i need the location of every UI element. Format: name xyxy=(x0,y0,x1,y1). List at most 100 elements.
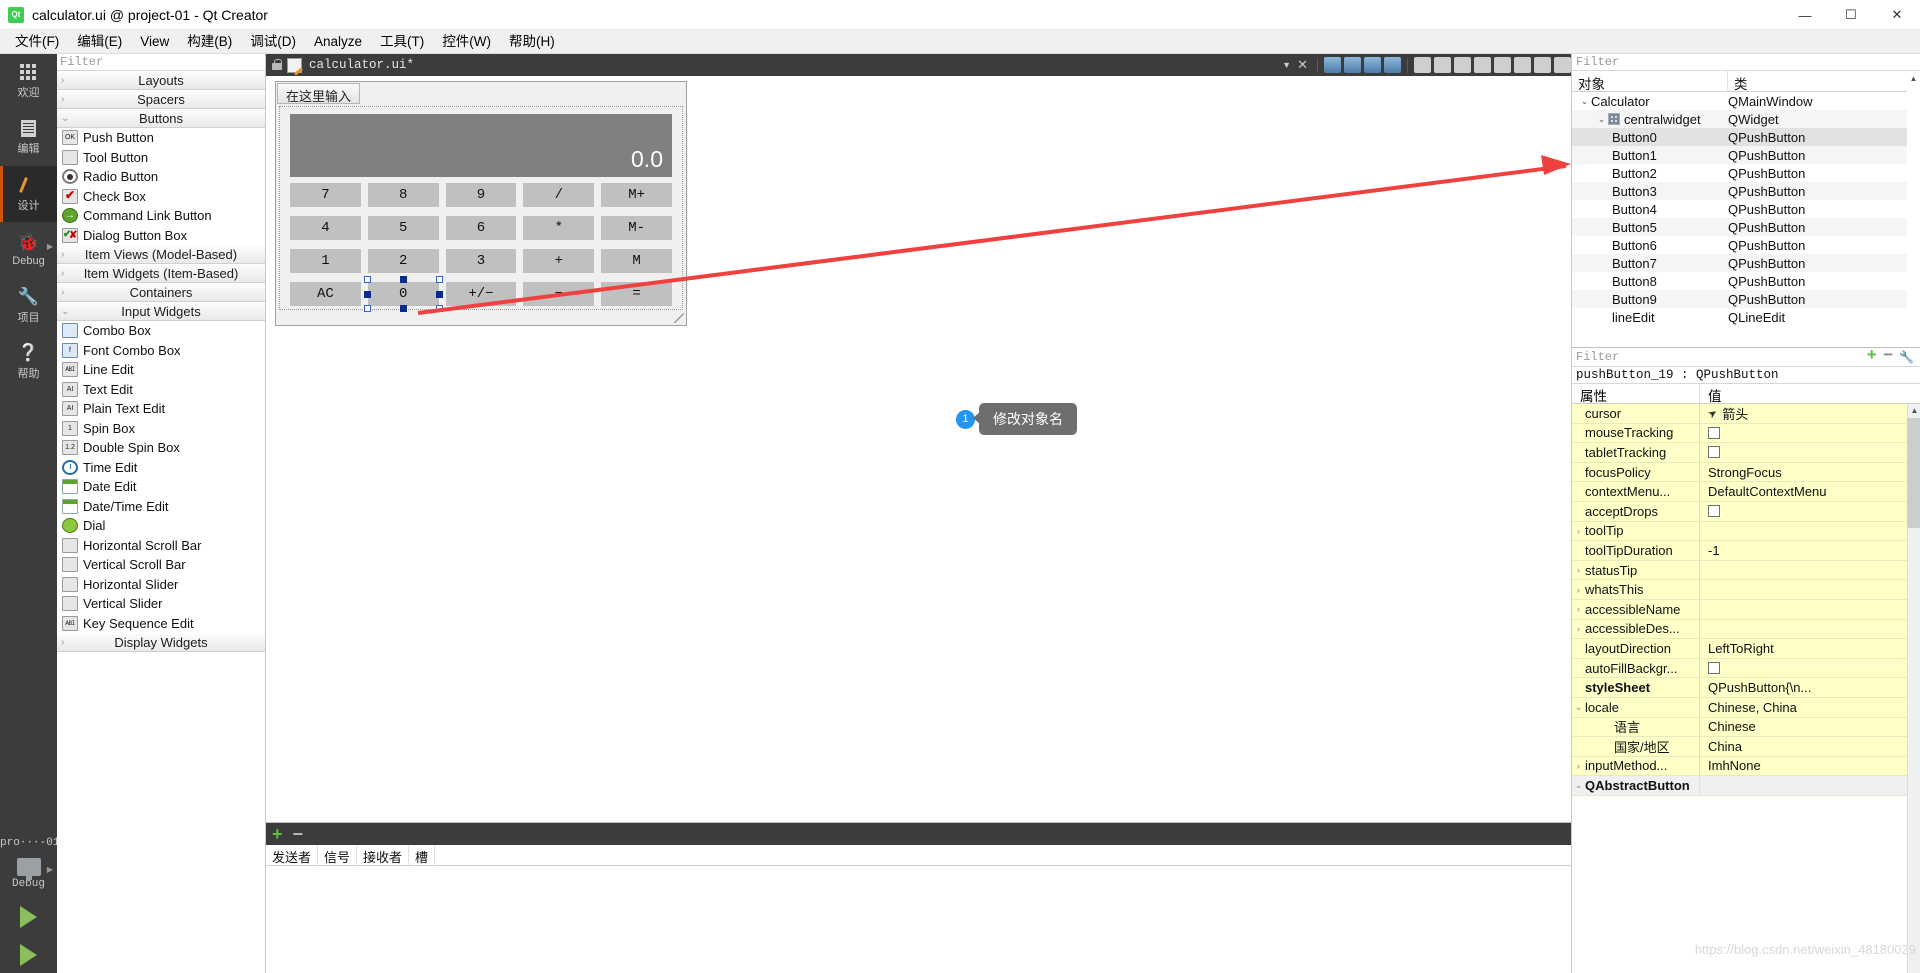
layout-form-icon[interactable] xyxy=(1494,57,1511,73)
form-key[interactable]: 5 xyxy=(367,216,439,240)
property-row[interactable]: focusPolicy StrongFocus xyxy=(1572,462,1920,483)
form-canvas[interactable]: 在这里输入 0.0 7 8 9 / M+ 4 5 6 * M- 1 2 3 + M AC 0 +/− − = 1 修改… xyxy=(266,76,1571,822)
widget-box-item[interactable]: f Font Combo Box xyxy=(57,341,265,361)
object-tree-row[interactable]: ⌄ centralwidget QWidget xyxy=(1572,110,1920,128)
sidebar-item-projects[interactable]: 🔧 项目 xyxy=(0,278,57,334)
form-centralwidget[interactable]: 0.0 7 8 9 / M+ 4 5 6 * M- 1 2 3 + M AC 0 +/− − = xyxy=(279,106,683,312)
group-spacers[interactable]: › Spacers xyxy=(57,90,265,109)
plus-icon[interactable]: + xyxy=(272,825,283,843)
scroll-up-icon[interactable]: ▲ xyxy=(1908,404,1920,417)
widget-box-item[interactable]: Radio Button xyxy=(57,167,265,187)
selection-handle[interactable] xyxy=(363,276,371,283)
open-file-name[interactable]: calculator.ui* xyxy=(309,58,414,72)
widget-box-item[interactable]: AI Text Edit xyxy=(57,380,265,400)
widget-box-item[interactable]: Dial xyxy=(57,516,265,536)
property-value[interactable]: Chinese, China xyxy=(1700,700,1920,715)
property-row[interactable]: acceptDrops xyxy=(1572,501,1920,522)
form-key[interactable]: M- xyxy=(601,216,672,240)
group-buttons[interactable]: ⌄ Buttons xyxy=(57,109,265,128)
designed-form-window[interactable]: 在这里输入 0.0 7 8 9 / M+ 4 5 6 * M- 1 2 3 + M AC 0 +/− − = xyxy=(275,81,687,326)
chevron-down-icon[interactable]: ▼ xyxy=(1282,60,1291,70)
selection-handle[interactable] xyxy=(400,276,408,283)
property-value[interactable]: ➤ 箭头 xyxy=(1700,404,1920,423)
property-row[interactable]: › toolTip xyxy=(1572,521,1920,542)
object-tree-row[interactable]: Button2 QPushButton xyxy=(1572,164,1920,182)
chevron-right-icon[interactable]: › xyxy=(1572,526,1585,536)
property-value[interactable]: China xyxy=(1700,739,1920,754)
edit-widgets-icon[interactable] xyxy=(1324,57,1341,73)
widget-box-item[interactable]: Dialog Button Box xyxy=(57,226,265,246)
signal-editor-column-header[interactable]: 槽 xyxy=(409,845,436,865)
widget-box-item[interactable]: → Command Link Button xyxy=(57,206,265,226)
object-tree-row[interactable]: Button6 QPushButton xyxy=(1572,236,1920,254)
selection-handle[interactable] xyxy=(363,291,371,298)
property-value[interactable] xyxy=(1700,426,1920,439)
form-resize-grip[interactable] xyxy=(674,313,684,323)
form-key[interactable]: = xyxy=(601,282,672,306)
object-tree-row[interactable]: Button8 QPushButton xyxy=(1572,272,1920,290)
property-row[interactable]: 国家/地区 China xyxy=(1572,737,1920,757)
chevron-down-icon[interactable]: ⌄ xyxy=(1572,780,1585,791)
widget-box-item[interactable]: ABI Line Edit xyxy=(57,360,265,380)
form-key[interactable]: − xyxy=(523,282,595,306)
widget-box-item[interactable]: Date/Time Edit xyxy=(57,497,265,517)
minus-icon[interactable]: − xyxy=(1883,348,1893,365)
group-containers[interactable]: › Containers xyxy=(57,283,265,302)
object-tree-row-selected[interactable]: Button0 QPushButton xyxy=(1572,128,1920,146)
layout-grid-icon[interactable] xyxy=(1514,57,1531,73)
chevron-right-icon[interactable]: › xyxy=(1572,604,1585,614)
chevron-down-icon[interactable]: ⌄ xyxy=(1572,702,1585,713)
signal-editor-column-header[interactable]: 接收者 xyxy=(357,845,410,865)
form-key[interactable]: * xyxy=(523,216,595,240)
selection-handle[interactable] xyxy=(435,276,443,283)
property-value[interactable]: QPushButton{\n... xyxy=(1700,680,1920,695)
close-icon[interactable]: ✕ xyxy=(1294,57,1311,73)
property-row[interactable]: ⌄ QAbstractButton xyxy=(1572,776,1920,796)
break-layout-icon[interactable] xyxy=(1534,57,1551,73)
menu-edit[interactable]: 编辑(E) xyxy=(68,31,131,53)
form-key[interactable]: 8 xyxy=(367,183,439,207)
property-row[interactable]: mouseTracking xyxy=(1572,423,1920,444)
form-key[interactable]: +/− xyxy=(445,282,517,306)
property-row[interactable]: tabletTracking xyxy=(1572,443,1920,463)
property-editor-scrollbar[interactable]: ▲ xyxy=(1907,404,1920,973)
group-input-widgets[interactable]: ⌄ Input Widgets xyxy=(57,302,265,321)
property-row[interactable]: › accessibleDes... xyxy=(1572,619,1920,640)
property-value[interactable]: DefaultContextMenu xyxy=(1700,484,1920,499)
property-value[interactable] xyxy=(1700,446,1920,459)
widget-box-item[interactable]: 1 Spin Box xyxy=(57,419,265,439)
form-key[interactable]: 3 xyxy=(445,249,517,273)
chevron-right-icon[interactable]: › xyxy=(1572,565,1585,575)
group-item-widgets[interactable]: › Item Widgets (Item-Based) xyxy=(57,264,265,283)
form-menubar-placeholder[interactable]: 在这里输入 xyxy=(277,83,361,104)
edit-signals-icon[interactable] xyxy=(1344,57,1361,73)
object-tree-row[interactable]: lineEdit QLineEdit xyxy=(1572,308,1920,326)
property-value[interactable]: -1 xyxy=(1700,543,1920,558)
close-button[interactable]: ✕ xyxy=(1874,0,1920,30)
menu-view[interactable]: View xyxy=(131,31,178,53)
property-value[interactable] xyxy=(1700,662,1920,675)
widget-box-item[interactable]: Tool Button xyxy=(57,148,265,168)
property-value[interactable]: StrongFocus xyxy=(1700,465,1920,480)
object-tree-row[interactable]: Button5 QPushButton xyxy=(1572,218,1920,236)
widget-box-item[interactable]: Vertical Scroll Bar xyxy=(57,555,265,575)
layout-horizontal-icon[interactable] xyxy=(1414,57,1431,73)
property-value[interactable]: ImhNone xyxy=(1700,758,1920,773)
property-row[interactable]: layoutDirection LeftToRight xyxy=(1572,639,1920,659)
sidebar-item-debug[interactable]: 🐞 ▶ Debug xyxy=(0,222,57,278)
wrench-icon[interactable]: 🔧 xyxy=(1899,350,1914,365)
widget-box-item[interactable]: Vertical Slider xyxy=(57,594,265,614)
property-checkbox[interactable] xyxy=(1708,446,1720,459)
debug-run-button[interactable] xyxy=(0,937,57,973)
group-item-views[interactable]: › Item Views (Model-Based) xyxy=(57,245,265,264)
chevron-down-icon[interactable]: ⌄ xyxy=(1578,96,1591,107)
group-display-widgets[interactable]: › Display Widgets xyxy=(57,633,265,652)
property-checkbox[interactable] xyxy=(1708,662,1720,675)
widget-box-item[interactable]: Time Edit xyxy=(57,458,265,478)
layout-splitter-h-icon[interactable] xyxy=(1454,57,1471,73)
minimize-button[interactable]: — xyxy=(1782,0,1828,30)
adjust-size-icon[interactable] xyxy=(1554,57,1571,73)
form-key[interactable]: 6 xyxy=(445,216,517,240)
form-key[interactable]: M xyxy=(601,249,672,273)
property-row[interactable]: › inputMethod... ImhNone xyxy=(1572,756,1920,777)
